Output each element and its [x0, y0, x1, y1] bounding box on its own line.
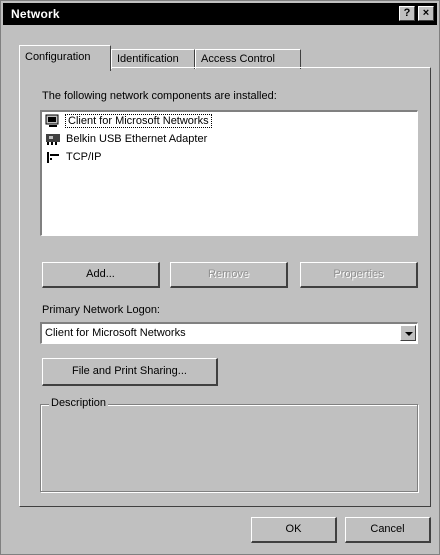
ok-button[interactable]: OK [251, 517, 337, 543]
list-item[interactable]: Client for Microsoft Networks [42, 112, 417, 130]
component-label: Belkin USB Ethernet Adapter [66, 133, 208, 145]
primary-logon-value: Client for Microsoft Networks [45, 327, 186, 339]
file-print-sharing-button[interactable]: File and Print Sharing... [42, 358, 218, 386]
primary-logon-label: Primary Network Logon: [42, 304, 160, 316]
list-item[interactable]: TCP/IP [42, 148, 417, 166]
component-label: TCP/IP [66, 151, 102, 163]
protocol-icon [45, 150, 61, 164]
properties-button[interactable]: Properties [300, 262, 418, 288]
description-legend: Description [49, 397, 109, 409]
remove-button[interactable]: Remove [170, 262, 288, 288]
tab-identification[interactable]: Identification [111, 49, 195, 69]
description-group: Description [40, 397, 418, 492]
title-bar[interactable]: Network ? × [3, 3, 437, 25]
components-list[interactable]: Client for Microsoft Networks Belkin USB… [40, 110, 418, 236]
client-icon [45, 114, 61, 128]
network-dialog: Network ? × Configuration Identification… [0, 0, 440, 555]
components-label: The following network components are ins… [42, 90, 277, 102]
tab-access-control[interactable]: Access Control [195, 49, 301, 69]
window-title: Network [11, 7, 60, 21]
configuration-panel: The following network components are ins… [19, 67, 431, 507]
primary-logon-select[interactable]: Client for Microsoft Networks [40, 322, 418, 344]
network-adapter-icon [45, 132, 61, 146]
add-button[interactable]: Add... [42, 262, 160, 288]
component-label: Client for Microsoft Networks [65, 114, 212, 128]
list-item[interactable]: Belkin USB Ethernet Adapter [42, 130, 417, 148]
dropdown-arrow-icon[interactable] [400, 325, 416, 341]
tab-configuration[interactable]: Configuration [19, 45, 111, 71]
close-button[interactable]: × [418, 6, 434, 21]
cancel-button[interactable]: Cancel [345, 517, 431, 543]
help-button[interactable]: ? [399, 6, 415, 21]
